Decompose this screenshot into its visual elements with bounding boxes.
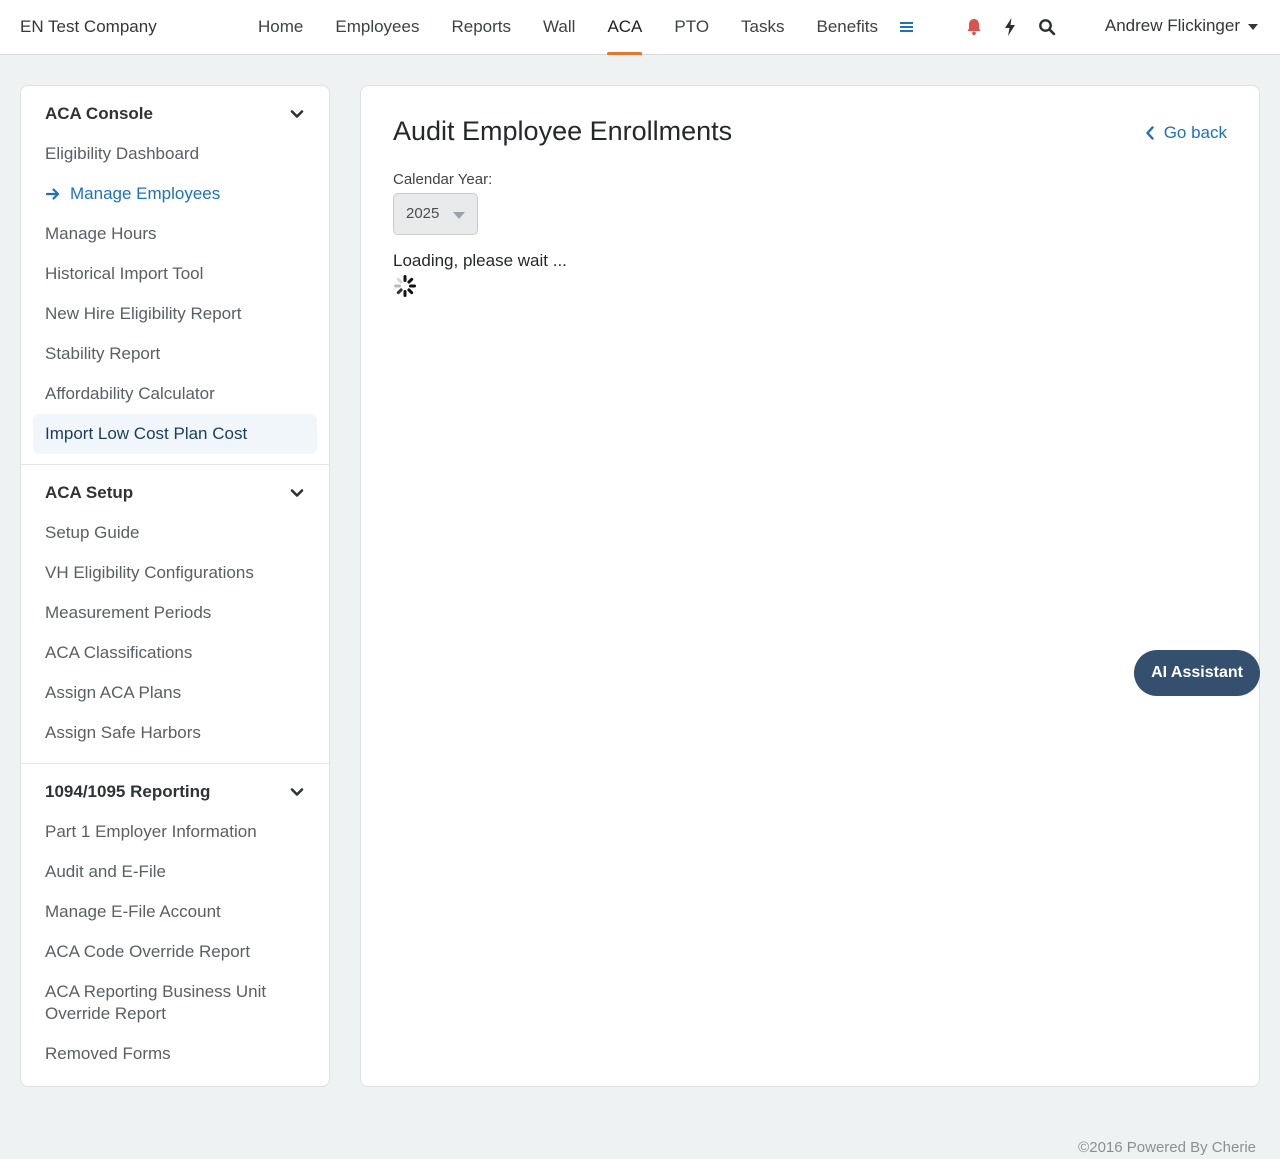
sidebar-item-label: Manage Employees — [70, 184, 221, 203]
sidebar-item-label: Stability Report — [45, 344, 161, 363]
sidebar-section-1094-1095-reporting: 1094/1095 Reporting Part 1 Employer Infor… — [21, 764, 329, 1084]
arrow-right-icon — [45, 188, 60, 200]
sidebar-item-manage-hours[interactable]: Manage Hours — [33, 214, 317, 254]
sidebar-item-assign-aca-plans[interactable]: Assign ACA Plans — [33, 673, 317, 713]
sidebar-item-label: Setup Guide — [45, 523, 140, 542]
lightning-icon[interactable] — [999, 16, 1021, 38]
chevron-down-icon[interactable] — [289, 784, 305, 800]
sidebar-item-label: Historical Import Tool — [45, 264, 204, 283]
sidebar-item-label: Removed Forms — [45, 1044, 171, 1063]
sidebar-item-label: Audit and E-File — [45, 862, 166, 881]
sidebar-item-vh-eligibility-configurations[interactable]: VH Eligibility Configurations — [33, 553, 317, 593]
nav-item-wall[interactable]: Wall — [527, 0, 591, 54]
user-name: Andrew Flickinger — [1104, 16, 1240, 35]
sidebar-item-aca-code-override-report[interactable]: ACA Code Override Report — [33, 932, 317, 972]
user-menu[interactable]: Andrew Flickinger — [1105, 16, 1258, 36]
dropdown-caret-icon — [453, 212, 465, 219]
sidebar-item-label: Affordability Calculator — [45, 384, 215, 403]
main-nav: Home Employees Reports Wall ACA PTO Tasks Benef… — [242, 0, 894, 55]
nav-item-pto[interactable]: PTO — [658, 0, 725, 54]
sidebar-item-manage-e-file-account[interactable]: Manage E-File Account — [33, 892, 317, 932]
sidebar-item-label: Assign Safe Harbors — [45, 723, 201, 742]
sidebar-item-stability-report[interactable]: Stability Report — [33, 334, 317, 374]
sidebar-item-label: Eligibility Dashboard — [45, 144, 200, 163]
sidebar-item-assign-safe-harbors[interactable]: Assign Safe Harbors — [33, 713, 317, 753]
sidebar-item-removed-forms[interactable]: Removed Forms — [33, 1034, 317, 1074]
sidebar-item-part-1-employer-information[interactable]: Part 1 Employer Information — [33, 812, 317, 852]
company-name[interactable]: EN Test Company — [20, 17, 157, 37]
chevron-down-icon[interactable] — [289, 485, 305, 501]
menu-icon[interactable] — [896, 16, 918, 38]
sidebar-item-eligibility-dashboard[interactable]: Eligibility Dashboard — [33, 134, 317, 174]
sidebar-item-label: Measurement Periods — [45, 603, 212, 622]
sidebar-item-label: Manage Hours — [45, 224, 157, 243]
sidebar-item-label: Import Low Cost Plan Cost — [45, 424, 248, 443]
sidebar-item-measurement-periods[interactable]: Measurement Periods — [33, 593, 317, 633]
top-navigation-bar: EN Test Company Home Employees Reports Wall… — [0, 0, 1280, 55]
loading-message: Loading, please wait ... — [393, 251, 567, 270]
sidebar-item-new-hire-eligibility-report[interactable]: New Hire Eligibility Report — [33, 294, 317, 334]
sidebar-section-title: 1094/1095 Reporting — [45, 782, 211, 801]
chevron-down-icon[interactable] — [289, 106, 305, 122]
sidebar-item-setup-guide[interactable]: Setup Guide — [33, 513, 317, 553]
sidebar-item-label: ACA Reporting Business Unit Override Rep… — [45, 982, 267, 1023]
sidebar-item-historical-import-tool[interactable]: Historical Import Tool — [33, 254, 317, 294]
go-back-link[interactable]: Go back — [1145, 123, 1227, 143]
nav-item-employees[interactable]: Employees — [319, 0, 435, 54]
nav-item-home[interactable]: Home — [242, 0, 319, 54]
calendar-year-value: 2025 — [406, 205, 440, 222]
sidebar-item-label: ACA Classifications — [45, 643, 193, 662]
sidebar-item-import-low-cost-plan-cost[interactable]: Import Low Cost Plan Cost — [33, 414, 317, 454]
sidebar-item-affordability-calculator[interactable]: Affordability Calculator — [33, 374, 317, 414]
ai-assistant-button[interactable]: AI Assistant — [1134, 650, 1260, 696]
sidebar-item-label: Assign ACA Plans — [45, 683, 182, 702]
footer-copyright: ©2016 Powered By Cherie — [1078, 1139, 1256, 1156]
main-content-card: Audit Employee Enrollments Go back Calen… — [360, 85, 1260, 1087]
nav-item-tasks[interactable]: Tasks — [725, 0, 800, 54]
sidebar-section-aca-setup: ACA Setup Setup Guide VH Eligibility Confi… — [21, 465, 329, 764]
sidebar-item-label: Manage E-File Account — [45, 902, 221, 921]
caret-down-icon — [1248, 23, 1258, 30]
sidebar-item-aca-classifications[interactable]: ACA Classifications — [33, 633, 317, 673]
sidebar-item-label: ACA Code Override Report — [45, 942, 251, 961]
chevron-left-icon — [1145, 126, 1154, 140]
sidebar-section-title: ACA Console — [45, 104, 153, 123]
nav-item-benefits[interactable]: Benefits — [801, 0, 894, 54]
bell-icon[interactable] — [963, 16, 985, 38]
aca-sidebar: ACA Console Eligibility Dashboard Manage E… — [20, 85, 330, 1087]
loading-spinner-icon — [394, 275, 416, 297]
nav-item-aca[interactable]: ACA — [591, 0, 658, 55]
sidebar-section-header[interactable]: 1094/1095 Reporting — [33, 772, 317, 812]
calendar-year-select[interactable]: 2025 — [393, 193, 478, 235]
sidebar-section-header[interactable]: ACA Setup — [33, 473, 317, 513]
sidebar-item-aca-reporting-business-unit-override-report[interactable]: ACA Reporting Business Unit Override Rep… — [33, 972, 317, 1034]
calendar-year-label: Calendar Year: — [393, 171, 493, 188]
sidebar-item-manage-employees[interactable]: Manage Employees — [33, 174, 317, 214]
sidebar-item-label: New Hire Eligibility Report — [45, 304, 242, 323]
nav-item-reports[interactable]: Reports — [435, 0, 527, 54]
page-title: Audit Employee Enrollments — [393, 116, 733, 146]
sidebar-item-label: VH Eligibility Configurations — [45, 563, 254, 582]
sidebar-item-label: Part 1 Employer Information — [45, 822, 257, 841]
sidebar-section-aca-console: ACA Console Eligibility Dashboard Manage E… — [21, 86, 329, 465]
search-icon[interactable] — [1036, 16, 1058, 38]
sidebar-item-audit-and-e-file[interactable]: Audit and E-File — [33, 852, 317, 892]
go-back-label: Go back — [1163, 123, 1227, 142]
sidebar-section-header[interactable]: ACA Console — [33, 94, 317, 134]
sidebar-section-title: ACA Setup — [45, 483, 134, 502]
